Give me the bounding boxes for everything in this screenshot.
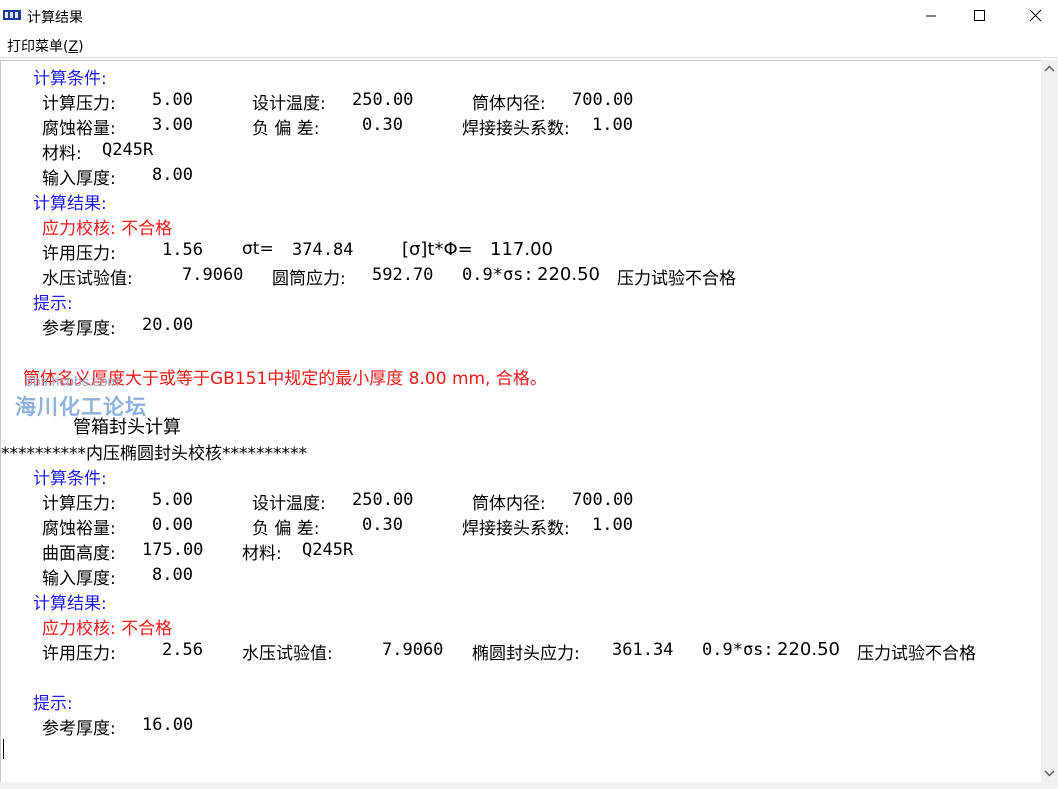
menu-print-label: 打印菜单( bbox=[7, 39, 69, 55]
menu-print[interactable]: 打印菜单(Z) bbox=[7, 36, 84, 56]
sec1-mat-val: Q245R bbox=[102, 140, 154, 160]
sec1-mat-label: 材料: bbox=[42, 144, 82, 164]
sec2-t-val: 250.00 bbox=[352, 490, 414, 510]
menu-bar: 打印菜单(Z) bbox=[0, 33, 1058, 58]
watermark-site: bbs.hcbbs.com bbox=[25, 373, 120, 389]
sec2-d-label: 筒体内径: bbox=[472, 494, 546, 514]
close-button[interactable] bbox=[1012, 0, 1058, 32]
sec2-h-label: 曲面高度: bbox=[42, 544, 116, 564]
menu-print-close: ) bbox=[78, 39, 84, 55]
sec2-c1-label: 负 偏 差: bbox=[252, 519, 320, 539]
sec1-sigma-val: 374.84 bbox=[292, 240, 354, 260]
sec1-t-val: 250.00 bbox=[352, 90, 414, 110]
sec2-t-label: 设计温度: bbox=[252, 494, 326, 514]
sec2-head-label: 椭圆封头应力: bbox=[472, 644, 580, 664]
chevron-up-icon bbox=[1044, 65, 1055, 72]
sec1-ref-label: 参考厚度: bbox=[42, 319, 116, 339]
sec1-allow-val: 1.56 bbox=[162, 240, 203, 260]
sec1-phi-val: 1.00 bbox=[592, 115, 633, 135]
sec2-thk-val: 8.00 bbox=[152, 565, 193, 585]
sec1-thk-val: 8.00 bbox=[152, 165, 193, 185]
maximize-icon bbox=[974, 10, 985, 21]
sec1-p-val: 5.00 bbox=[152, 90, 193, 110]
sec1-hint-header: 提示: bbox=[33, 294, 73, 314]
sec1-cond-header: 计算条件: bbox=[33, 69, 107, 89]
sec2-d-val: 700.00 bbox=[572, 490, 634, 510]
sec1-ref-val: 20.00 bbox=[142, 315, 194, 335]
sec1-hydro-val: 7.9060 bbox=[182, 265, 244, 285]
app-icon bbox=[3, 10, 21, 20]
sec2-ys-val: 220.50 bbox=[777, 639, 840, 660]
text-caret bbox=[3, 739, 4, 759]
sec1-stress-check: 应力校核: 不合格 bbox=[42, 219, 173, 239]
sec2-ref-label: 参考厚度: bbox=[42, 719, 116, 739]
scroll-down-button[interactable] bbox=[1041, 765, 1058, 782]
sec1-sigphi-val: 117.00 bbox=[490, 239, 553, 260]
sec2-p-label: 计算压力: bbox=[42, 494, 116, 514]
sec1-c2-val: 3.00 bbox=[152, 115, 193, 135]
sec2-mat-val: Q245R bbox=[302, 540, 354, 560]
sec2-allow-label: 许用压力: bbox=[42, 644, 116, 664]
sec1-ys-label: 0.9*σs: bbox=[462, 265, 534, 285]
title-bar: 计算结果 bbox=[0, 0, 1058, 32]
sec1-test-result: 压力试验不合格 bbox=[617, 269, 736, 289]
sec2-ys-label: 0.9*σs: bbox=[702, 640, 774, 660]
sec1-res-header: 计算结果: bbox=[33, 194, 107, 214]
sec1-t-label: 设计温度: bbox=[252, 94, 326, 114]
sec2-res-header: 计算结果: bbox=[33, 594, 107, 614]
sec2-p-val: 5.00 bbox=[152, 490, 193, 510]
menu-print-accesskey: Z bbox=[68, 39, 79, 55]
sec1-c2-label: 腐蚀裕量: bbox=[42, 119, 116, 139]
sec2-c2-label: 腐蚀裕量: bbox=[42, 519, 116, 539]
sec2-hint-header: 提示: bbox=[33, 694, 73, 714]
sec1-allow-label: 许用压力: bbox=[42, 244, 116, 264]
sec2-phi-val: 1.00 bbox=[592, 515, 633, 535]
sec1-sigma-label: σt= bbox=[242, 239, 274, 259]
sec2-banner: **********内压椭圆封头校核********** bbox=[1, 444, 307, 464]
sec2-thk-label: 输入厚度: bbox=[42, 569, 116, 589]
sec2-c2-val: 0.00 bbox=[152, 515, 193, 535]
sec2-hydro-label: 水压试验值: bbox=[242, 644, 333, 664]
minimize-button[interactable] bbox=[908, 0, 954, 32]
close-icon bbox=[1029, 9, 1042, 22]
sec1-cyl-label: 圆筒应力: bbox=[272, 269, 346, 289]
sec1-thk-label: 输入厚度: bbox=[42, 169, 116, 189]
sec2-title: 管箱封头计算 bbox=[73, 417, 181, 438]
window-title: 计算结果 bbox=[27, 10, 83, 26]
sec2-hydro-val: 7.9060 bbox=[382, 640, 444, 660]
result-text-area[interactable]: 计算条件: 计算压力: 5.00 设计温度: 250.00 筒体内径: 700.… bbox=[0, 60, 1041, 783]
sec2-allow-val: 2.56 bbox=[162, 640, 203, 660]
chevron-down-icon bbox=[1044, 770, 1055, 777]
sec1-sigphi-label: [σ]t*Φ= bbox=[402, 239, 473, 260]
sec1-phi-label: 焊接接头系数: bbox=[462, 119, 570, 139]
sec2-c1-val: 0.30 bbox=[362, 515, 403, 535]
window-bottom-edge bbox=[0, 782, 1058, 789]
sec2-mat-label: 材料: bbox=[242, 544, 282, 564]
sec1-c1-val: 0.30 bbox=[362, 115, 403, 135]
sec1-hydro-label: 水压试验值: bbox=[42, 269, 133, 289]
sec2-head-val: 361.34 bbox=[612, 640, 674, 660]
sec2-cond-header: 计算条件: bbox=[33, 469, 107, 489]
sec2-h-val: 175.00 bbox=[142, 540, 204, 560]
sec1-p-label: 计算压力: bbox=[42, 94, 116, 114]
sec1-c1-label: 负 偏 差: bbox=[252, 119, 320, 139]
sec1-cyl-val: 592.70 bbox=[372, 265, 434, 285]
sec1-d-label: 筒体内径: bbox=[472, 94, 546, 114]
sec1-ys-val: 220.50 bbox=[537, 264, 600, 285]
sec2-test-result: 压力试验不合格 bbox=[857, 644, 976, 664]
sec2-ref-val: 16.00 bbox=[142, 715, 194, 735]
sec2-phi-label: 焊接接头系数: bbox=[462, 519, 570, 539]
sec2-stress-check: 应力校核: 不合格 bbox=[42, 619, 173, 639]
vertical-scrollbar[interactable] bbox=[1041, 60, 1058, 782]
scroll-up-button[interactable] bbox=[1041, 60, 1058, 77]
sec1-d-val: 700.00 bbox=[572, 90, 634, 110]
maximize-button[interactable] bbox=[956, 0, 1002, 32]
minimize-icon bbox=[926, 15, 936, 17]
